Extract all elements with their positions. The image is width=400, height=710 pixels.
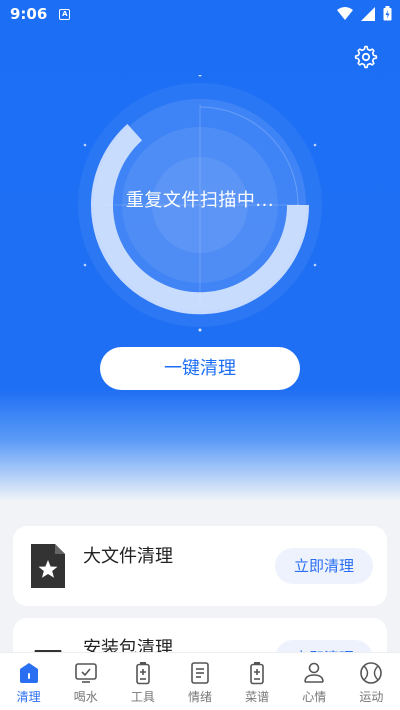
signal-icon <box>361 6 375 21</box>
clean-now-button[interactable]: 立即清理 <box>275 548 373 584</box>
tab-mood-notes[interactable]: 情绪 <box>171 653 228 710</box>
status-bar: 9:06 A <box>0 0 400 28</box>
tab-water[interactable]: 喝水 <box>57 653 114 710</box>
status-time: 9:06 <box>10 5 48 23</box>
card-title: 大文件清理 <box>83 546 173 567</box>
tab-tools[interactable]: 工具 <box>114 653 171 710</box>
tab-recipes[interactable]: 菜谱 <box>229 653 286 710</box>
water-monitor-icon <box>74 663 97 683</box>
bottom-tab-bar: 清理 喝水 工具 情绪 菜谱 心情 运动 <box>0 652 400 710</box>
tab-label: 菜谱 <box>245 690 270 704</box>
tab-label: 喝水 <box>73 690 98 704</box>
scan-status-text: 重复文件扫描中... <box>125 190 275 211</box>
notes-icon <box>191 662 209 684</box>
battery-icon <box>383 6 392 21</box>
battery-plus-icon <box>250 662 264 685</box>
tab-label: 情绪 <box>187 690 212 704</box>
star-file-icon <box>31 544 65 588</box>
tab-label: 心情 <box>302 690 327 704</box>
large-file-clean-card: 大文件清理 立即清理 <box>13 526 387 606</box>
status-icons <box>337 6 392 21</box>
tab-label: 运动 <box>359 690 384 704</box>
tab-label: 工具 <box>130 690 155 704</box>
notification-a-icon: A <box>59 8 71 20</box>
tab-clean[interactable]: 清理 <box>0 653 57 710</box>
hero-panel: 9:06 A 重复文件扫描中... 一键清理 <box>0 0 400 500</box>
tab-sports[interactable]: 运动 <box>343 653 400 710</box>
one-click-clean-button[interactable]: 一键清理 <box>100 347 300 390</box>
tab-feelings[interactable]: 心情 <box>286 653 343 710</box>
ball-icon <box>360 662 383 684</box>
settings-gear-icon[interactable] <box>354 45 378 69</box>
wifi-icon <box>337 6 353 20</box>
battery-tool-icon <box>136 662 150 685</box>
person-icon <box>304 662 325 683</box>
tab-label: 清理 <box>16 690 41 704</box>
clean-home-icon <box>19 663 38 683</box>
